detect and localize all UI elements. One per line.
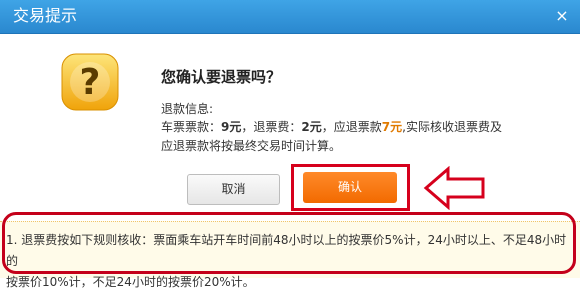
refund-info-label: 退款信息:	[161, 102, 214, 116]
confirm-heading: 您确认要退票吗？	[161, 68, 282, 86]
left-arrow-annotation-icon	[423, 166, 485, 210]
final-time-note: 应退票款将按最终交易时间计算。	[161, 139, 342, 153]
fee-label: ，退票费：	[241, 120, 302, 134]
rules-highlight-frame	[2, 212, 576, 274]
fee-value: 2元	[301, 120, 322, 134]
fare-label: 车票票款：	[161, 120, 222, 134]
refund-value: 7元	[381, 120, 403, 134]
title-bar: 交易提示 ×	[0, 0, 580, 34]
fee-note-tail: ,实际核收退票费及	[402, 120, 502, 134]
refund-confirm-dialog: 交易提示 × ? 您确认要退票吗？ 退款信息: 车票票款：9元，退票费：2元，应…	[0, 0, 580, 289]
dialog-title: 交易提示	[13, 6, 78, 25]
cancel-button[interactable]: 取消	[187, 174, 280, 205]
question-mark-icon: ?	[61, 53, 119, 111]
rules-line-2: 按票价10%计，不足24小时的按票价20%计。	[6, 275, 255, 289]
refund-label: ，应退票款	[321, 120, 382, 134]
svg-text:?: ?	[80, 62, 101, 103]
fare-value: 9元	[221, 120, 242, 134]
confirm-button[interactable]: 确认	[303, 172, 397, 203]
fee-summary: 车票票款：9元，退票费：2元，应退票款7元,实际核收退票费及	[161, 118, 502, 135]
close-icon[interactable]: ×	[553, 7, 571, 25]
